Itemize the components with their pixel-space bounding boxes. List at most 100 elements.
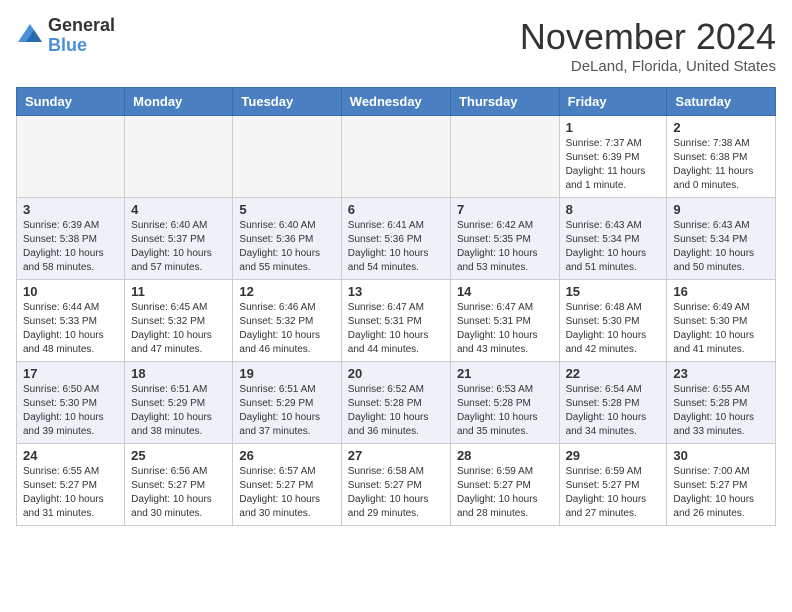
day-info: Sunrise: 6:58 AMSunset: 5:27 PMDaylight:…	[348, 465, 444, 521]
day-info: Sunrise: 6:44 AMSunset: 5:33 PMDaylight:…	[23, 301, 118, 357]
day-info: Sunrise: 6:55 AMSunset: 5:27 PMDaylight:…	[23, 465, 118, 521]
day-info: Sunrise: 6:57 AMSunset: 5:27 PMDaylight:…	[239, 465, 334, 521]
calendar-week-row: 24 Sunrise: 6:55 AMSunset: 5:27 PMDaylig…	[17, 444, 776, 526]
day-number: 6	[348, 202, 444, 217]
day-number: 27	[348, 448, 444, 463]
day-number: 7	[457, 202, 553, 217]
day-info: Sunrise: 7:38 AMSunset: 6:38 PMDaylight:…	[673, 137, 769, 193]
day-number: 25	[131, 448, 226, 463]
calendar-day	[233, 116, 341, 198]
day-info: Sunrise: 6:47 AMSunset: 5:31 PMDaylight:…	[457, 301, 553, 357]
day-number: 16	[673, 284, 769, 299]
day-number: 20	[348, 366, 444, 381]
day-number: 22	[566, 366, 661, 381]
day-info: Sunrise: 7:00 AMSunset: 5:27 PMDaylight:…	[673, 465, 769, 521]
day-info: Sunrise: 6:47 AMSunset: 5:31 PMDaylight:…	[348, 301, 444, 357]
calendar-day: 30 Sunrise: 7:00 AMSunset: 5:27 PMDaylig…	[667, 444, 776, 526]
weekday-header: Saturday	[667, 88, 776, 116]
calendar-day: 21 Sunrise: 6:53 AMSunset: 5:28 PMDaylig…	[450, 362, 559, 444]
day-info: Sunrise: 6:54 AMSunset: 5:28 PMDaylight:…	[566, 383, 661, 439]
calendar-day: 29 Sunrise: 6:59 AMSunset: 5:27 PMDaylig…	[559, 444, 667, 526]
calendar-week-row: 1 Sunrise: 7:37 AMSunset: 6:39 PMDayligh…	[17, 116, 776, 198]
day-number: 17	[23, 366, 118, 381]
month-title: November 2024	[520, 16, 776, 58]
calendar-day: 9 Sunrise: 6:43 AMSunset: 5:34 PMDayligh…	[667, 198, 776, 280]
day-info: Sunrise: 6:46 AMSunset: 5:32 PMDaylight:…	[239, 301, 334, 357]
calendar-day: 10 Sunrise: 6:44 AMSunset: 5:33 PMDaylig…	[17, 280, 125, 362]
day-info: Sunrise: 6:50 AMSunset: 5:30 PMDaylight:…	[23, 383, 118, 439]
day-info: Sunrise: 6:43 AMSunset: 5:34 PMDaylight:…	[673, 219, 769, 275]
day-number: 29	[566, 448, 661, 463]
weekday-header: Friday	[559, 88, 667, 116]
calendar-day: 3 Sunrise: 6:39 AMSunset: 5:38 PMDayligh…	[17, 198, 125, 280]
calendar-day	[17, 116, 125, 198]
calendar-day: 13 Sunrise: 6:47 AMSunset: 5:31 PMDaylig…	[341, 280, 450, 362]
day-info: Sunrise: 6:52 AMSunset: 5:28 PMDaylight:…	[348, 383, 444, 439]
calendar: SundayMondayTuesdayWednesdayThursdayFrid…	[16, 87, 776, 526]
calendar-week-row: 10 Sunrise: 6:44 AMSunset: 5:33 PMDaylig…	[17, 280, 776, 362]
calendar-week-row: 17 Sunrise: 6:50 AMSunset: 5:30 PMDaylig…	[17, 362, 776, 444]
day-number: 26	[239, 448, 334, 463]
weekday-header: Thursday	[450, 88, 559, 116]
calendar-day: 15 Sunrise: 6:48 AMSunset: 5:30 PMDaylig…	[559, 280, 667, 362]
weekday-header-row: SundayMondayTuesdayWednesdayThursdayFrid…	[17, 88, 776, 116]
weekday-header: Wednesday	[341, 88, 450, 116]
day-number: 11	[131, 284, 226, 299]
calendar-day: 28 Sunrise: 6:59 AMSunset: 5:27 PMDaylig…	[450, 444, 559, 526]
day-number: 24	[23, 448, 118, 463]
location: DeLand, Florida, United States	[520, 58, 776, 75]
calendar-day: 1 Sunrise: 7:37 AMSunset: 6:39 PMDayligh…	[559, 116, 667, 198]
day-number: 21	[457, 366, 553, 381]
day-info: Sunrise: 6:59 AMSunset: 5:27 PMDaylight:…	[457, 465, 553, 521]
day-number: 4	[131, 202, 226, 217]
calendar-day: 27 Sunrise: 6:58 AMSunset: 5:27 PMDaylig…	[341, 444, 450, 526]
day-number: 10	[23, 284, 118, 299]
calendar-day: 8 Sunrise: 6:43 AMSunset: 5:34 PMDayligh…	[559, 198, 667, 280]
day-number: 8	[566, 202, 661, 217]
weekday-header: Tuesday	[233, 88, 341, 116]
day-info: Sunrise: 6:40 AMSunset: 5:37 PMDaylight:…	[131, 219, 226, 275]
day-number: 30	[673, 448, 769, 463]
title-block: November 2024 DeLand, Florida, United St…	[520, 16, 776, 75]
calendar-day: 5 Sunrise: 6:40 AMSunset: 5:36 PMDayligh…	[233, 198, 341, 280]
calendar-day: 25 Sunrise: 6:56 AMSunset: 5:27 PMDaylig…	[125, 444, 233, 526]
calendar-day: 23 Sunrise: 6:55 AMSunset: 5:28 PMDaylig…	[667, 362, 776, 444]
day-number: 14	[457, 284, 553, 299]
logo-icon	[16, 22, 44, 50]
logo: General Blue	[16, 16, 115, 56]
day-number: 3	[23, 202, 118, 217]
day-number: 5	[239, 202, 334, 217]
calendar-day: 17 Sunrise: 6:50 AMSunset: 5:30 PMDaylig…	[17, 362, 125, 444]
day-info: Sunrise: 6:53 AMSunset: 5:28 PMDaylight:…	[457, 383, 553, 439]
calendar-day: 11 Sunrise: 6:45 AMSunset: 5:32 PMDaylig…	[125, 280, 233, 362]
calendar-day: 12 Sunrise: 6:46 AMSunset: 5:32 PMDaylig…	[233, 280, 341, 362]
day-info: Sunrise: 7:37 AMSunset: 6:39 PMDaylight:…	[566, 137, 661, 193]
day-info: Sunrise: 6:45 AMSunset: 5:32 PMDaylight:…	[131, 301, 226, 357]
calendar-day	[341, 116, 450, 198]
logo-blue: Blue	[48, 35, 87, 55]
calendar-day	[125, 116, 233, 198]
logo-text: General Blue	[48, 16, 115, 56]
day-number: 15	[566, 284, 661, 299]
calendar-day: 24 Sunrise: 6:55 AMSunset: 5:27 PMDaylig…	[17, 444, 125, 526]
day-number: 19	[239, 366, 334, 381]
calendar-day: 6 Sunrise: 6:41 AMSunset: 5:36 PMDayligh…	[341, 198, 450, 280]
calendar-day	[450, 116, 559, 198]
day-number: 23	[673, 366, 769, 381]
day-number: 2	[673, 120, 769, 135]
page-header: General Blue November 2024 DeLand, Flori…	[16, 16, 776, 75]
calendar-day: 19 Sunrise: 6:51 AMSunset: 5:29 PMDaylig…	[233, 362, 341, 444]
calendar-day: 7 Sunrise: 6:42 AMSunset: 5:35 PMDayligh…	[450, 198, 559, 280]
day-info: Sunrise: 6:55 AMSunset: 5:28 PMDaylight:…	[673, 383, 769, 439]
day-info: Sunrise: 6:49 AMSunset: 5:30 PMDaylight:…	[673, 301, 769, 357]
calendar-day: 18 Sunrise: 6:51 AMSunset: 5:29 PMDaylig…	[125, 362, 233, 444]
calendar-day: 14 Sunrise: 6:47 AMSunset: 5:31 PMDaylig…	[450, 280, 559, 362]
day-info: Sunrise: 6:56 AMSunset: 5:27 PMDaylight:…	[131, 465, 226, 521]
calendar-week-row: 3 Sunrise: 6:39 AMSunset: 5:38 PMDayligh…	[17, 198, 776, 280]
day-info: Sunrise: 6:40 AMSunset: 5:36 PMDaylight:…	[239, 219, 334, 275]
day-number: 1	[566, 120, 661, 135]
day-info: Sunrise: 6:41 AMSunset: 5:36 PMDaylight:…	[348, 219, 444, 275]
day-info: Sunrise: 6:51 AMSunset: 5:29 PMDaylight:…	[239, 383, 334, 439]
logo-general: General	[48, 15, 115, 35]
day-info: Sunrise: 6:39 AMSunset: 5:38 PMDaylight:…	[23, 219, 118, 275]
